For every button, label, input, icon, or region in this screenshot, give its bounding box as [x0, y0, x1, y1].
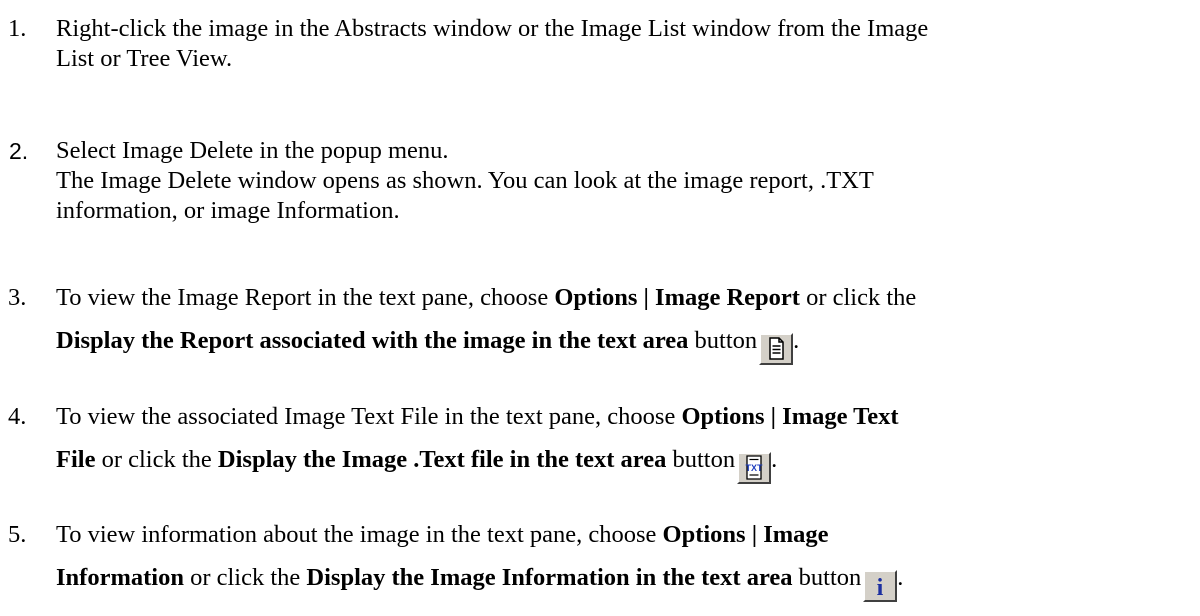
- menu-path: File: [56, 446, 96, 473]
- step-line: Display the Report associated with the i…: [56, 315, 1196, 367]
- step-text-run: To view information about the image in t…: [56, 521, 663, 548]
- step-text-run: To view the Image Report in the text pan…: [56, 284, 555, 311]
- step-line: To view the Image Report in the text pan…: [56, 283, 1196, 313]
- step-line: List or Tree View.: [56, 45, 233, 72]
- step-number: 4.: [8, 403, 27, 430]
- step-line: To view information about the image in t…: [56, 520, 1196, 550]
- step-text: To view the Image Report in the text pan…: [56, 283, 1196, 367]
- info-button[interactable]: i: [863, 570, 898, 602]
- step-line: File or click the Display the Image .Tex…: [56, 434, 1196, 486]
- step-line: To view the associated Image Text File i…: [56, 402, 1196, 432]
- menu-path: Options | Image Text: [681, 403, 899, 430]
- step-text-run: or click the: [799, 284, 917, 311]
- step-number: 1.: [8, 15, 27, 42]
- info-icon: i: [877, 575, 884, 600]
- menu-path: Options | Image: [662, 521, 829, 548]
- report-icon: [769, 337, 784, 360]
- sentence-period: .: [793, 327, 800, 354]
- info-icon-glyph: i: [877, 575, 884, 600]
- txt-icon-label: TXT: [746, 463, 764, 473]
- txt-file-icon: TXT: [746, 455, 764, 480]
- txt-file-button[interactable]: TXT: [737, 452, 772, 484]
- step-text: Right-click the image in the Abstracts w…: [56, 14, 1196, 74]
- step-text: To view information about the image in t…: [56, 520, 1196, 604]
- step-text-run: or click the: [95, 446, 218, 473]
- button-tooltip-name: Display the Image .Text file in the text…: [217, 446, 667, 473]
- step-number: 2.: [9, 138, 29, 164]
- instruction-document: 1. Right-click the image in the Abstract…: [0, 0, 1200, 616]
- menu-path: Options | Image Report: [554, 284, 800, 311]
- step-number: 5.: [8, 521, 27, 548]
- step-text-run: or click the: [183, 564, 307, 591]
- report-button[interactable]: [759, 333, 794, 365]
- step-text: Select Image Delete in the popup menu. T…: [56, 136, 1196, 226]
- step-text-run: button: [792, 564, 862, 591]
- step-line: The Image Delete window opens as shown. …: [56, 167, 874, 194]
- button-tooltip-name: Display the Image Information in the tex…: [306, 564, 793, 591]
- step-text: To view the associated Image Text File i…: [56, 402, 1196, 486]
- step-line: Right-click the image in the Abstracts w…: [56, 15, 929, 42]
- sentence-period: .: [897, 564, 904, 591]
- button-tooltip-name: Display the Report associated with the i…: [56, 327, 689, 354]
- step-line: information, or image Information.: [56, 197, 400, 224]
- step-text-run: To view the associated Image Text File i…: [56, 403, 682, 430]
- step-text-run: button: [666, 446, 736, 473]
- step-number: 3.: [8, 284, 27, 311]
- menu-path: Information: [56, 564, 184, 591]
- sentence-period: .: [771, 446, 778, 473]
- step-line: Information or click the Display the Ima…: [56, 552, 1196, 604]
- step-line: Select Image Delete in the popup menu.: [56, 137, 449, 164]
- step-text-run: button: [688, 327, 758, 354]
